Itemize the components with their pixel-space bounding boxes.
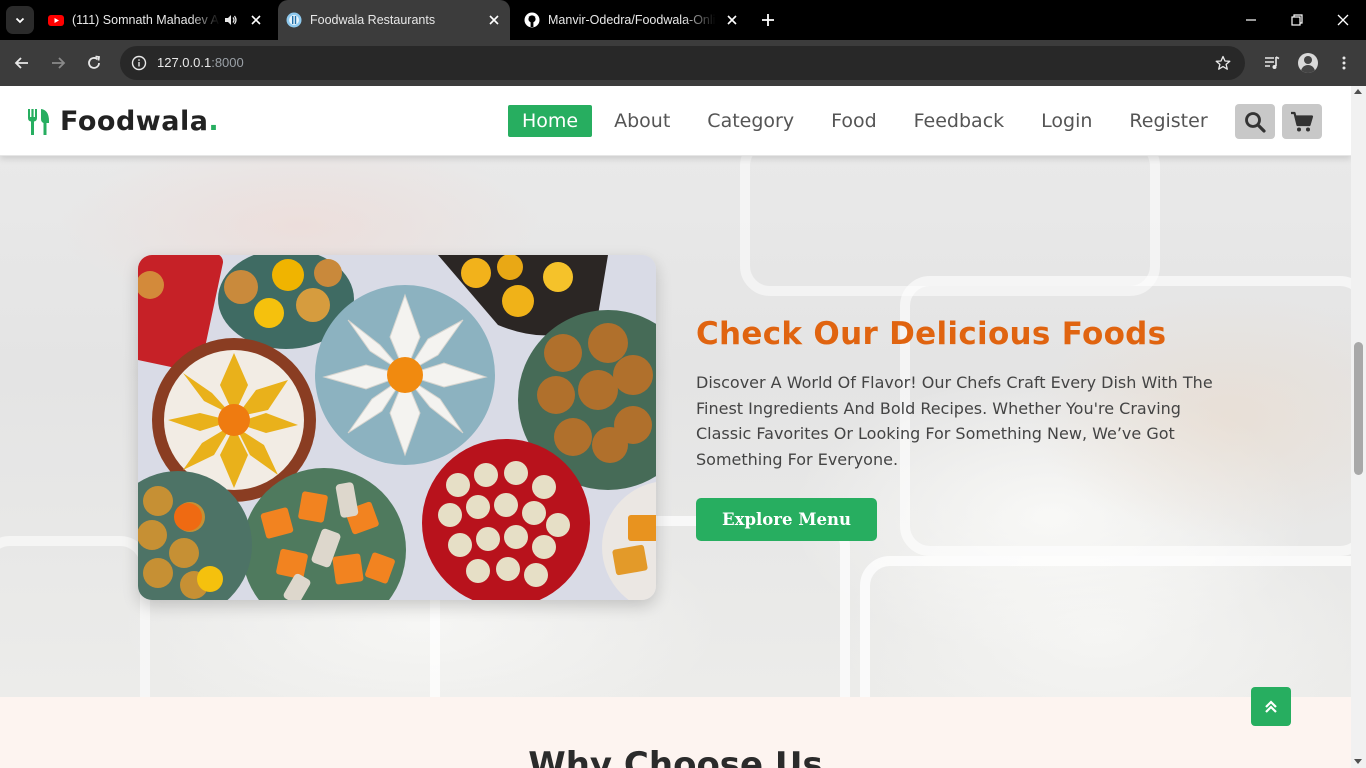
chevron-down-icon [15, 17, 25, 24]
tab-foodwala[interactable]: Foodwala Restaurants [278, 0, 510, 40]
why-choose-us-section: Why Choose Us [0, 697, 1351, 768]
more-vertical-icon [1342, 56, 1346, 70]
close-tab-icon[interactable] [248, 12, 264, 28]
nav-login[interactable]: Login [1041, 105, 1092, 137]
nav-food[interactable]: Food [831, 105, 877, 137]
nav-register[interactable]: Register [1129, 105, 1207, 137]
site-icon [286, 12, 302, 28]
page-viewport: Foodwala. Home About Category Food Feedb… [0, 86, 1351, 768]
info-icon[interactable] [128, 52, 150, 74]
main-nav: Home About Category Food Feedback Login … [508, 105, 1245, 137]
url-text[interactable]: 127.0.0.1:8000 [157, 55, 244, 70]
arrow-right-icon [52, 57, 66, 69]
scroll-to-top-button[interactable] [1251, 687, 1291, 726]
logo-text: Foodwala. [60, 106, 219, 137]
close-icon [1337, 14, 1349, 26]
forward-button[interactable] [44, 49, 72, 77]
close-tab-icon[interactable] [486, 12, 502, 28]
nav-about[interactable]: About [614, 105, 670, 137]
reload-icon [88, 55, 101, 69]
site-logo[interactable]: Foodwala. [26, 106, 219, 137]
sweets-platter-image [138, 255, 656, 600]
browser-tab-strip: (111) Somnath Mahadev Aarti Foodwala Res… [0, 0, 1366, 40]
hero-title: Check Our Delicious Foods [696, 316, 1167, 352]
url-host: 127.0.0.1 [157, 55, 212, 70]
nav-feedback[interactable]: Feedback [914, 105, 1004, 137]
media-control-icon[interactable] [1260, 51, 1284, 75]
food-image [138, 255, 656, 600]
url-port: :8000 [211, 55, 244, 70]
logo-name: Foodwala [60, 106, 209, 137]
hero-section: Check Our Delicious Foods Discover A Wor… [0, 156, 1351, 697]
restore-button[interactable] [1274, 0, 1320, 40]
arrow-left-icon [14, 57, 28, 69]
hero-description: Discover A World Of Flavor! Our Chefs Cr… [696, 373, 1213, 470]
back-button[interactable] [8, 49, 36, 77]
scroll-down-arrow-icon[interactable] [1354, 759, 1362, 764]
shopping-cart-icon [1291, 111, 1314, 131]
nav-category[interactable]: Category [707, 105, 794, 137]
bookmark-star-icon[interactable] [1213, 53, 1233, 73]
cart-button[interactable] [1282, 104, 1322, 139]
scrollbar-thumb[interactable] [1354, 342, 1363, 475]
nav-home[interactable]: Home [508, 105, 593, 137]
new-tab-button[interactable] [758, 10, 778, 30]
minimize-button[interactable] [1228, 0, 1274, 40]
plus-icon [762, 14, 774, 26]
utensils-icon [28, 108, 49, 135]
tab-title: (111) Somnath Mahadev Aarti [72, 13, 220, 27]
scroll-up-arrow-icon[interactable] [1354, 89, 1362, 94]
close-tab-icon[interactable] [724, 12, 740, 28]
minimize-icon [1246, 19, 1256, 21]
section-title: Why Choose Us [528, 745, 823, 768]
reload-button[interactable] [80, 49, 108, 77]
explore-menu-button[interactable]: Explore Menu [696, 498, 877, 541]
browser-menu-button[interactable] [1332, 51, 1356, 75]
tab-title: Manvir-Odedra/Foodwala-Online-Food [548, 13, 716, 27]
youtube-icon [48, 15, 64, 26]
tab-youtube[interactable]: (111) Somnath Mahadev Aarti [40, 0, 272, 40]
search-button[interactable] [1235, 104, 1275, 139]
search-icon [1245, 111, 1266, 133]
github-icon [524, 12, 540, 28]
browser-toolbar: 127.0.0.1:8000 [0, 40, 1366, 86]
close-window-button[interactable] [1320, 0, 1366, 40]
profile-avatar[interactable] [1296, 51, 1320, 75]
tab-title: Foodwala Restaurants [310, 13, 436, 27]
speaker-icon[interactable] [224, 13, 238, 27]
page-scrollbar[interactable] [1351, 86, 1366, 768]
logo-dot: . [208, 106, 220, 137]
double-chevron-up-icon [1265, 699, 1277, 713]
tab-search-button[interactable] [6, 6, 34, 34]
background-photo [0, 536, 150, 697]
avatar [1298, 53, 1318, 73]
address-bar[interactable]: 127.0.0.1:8000 [120, 46, 1245, 80]
tab-github[interactable]: Manvir-Odedra/Foodwala-Online-Food [516, 0, 748, 40]
site-header: Foodwala. Home About Category Food Feedb… [0, 86, 1351, 156]
restore-icon [1291, 14, 1303, 26]
